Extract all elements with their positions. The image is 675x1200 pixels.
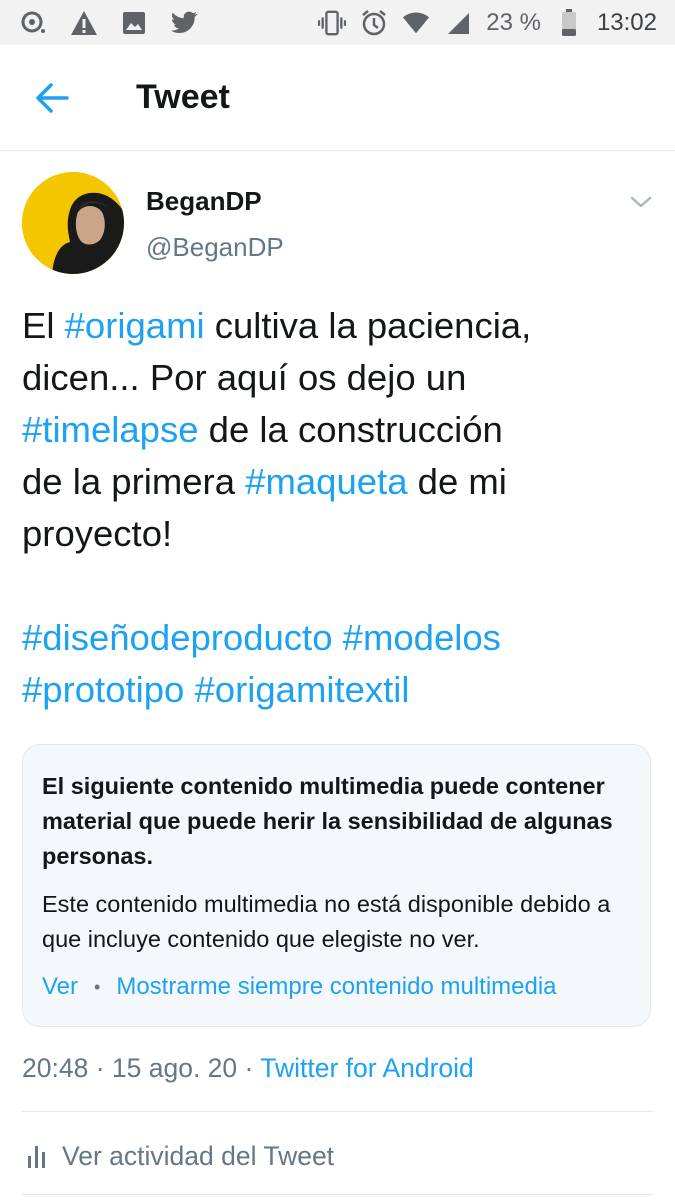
vibrate-icon bbox=[318, 9, 347, 37]
tweet-activity-label: Ver actividad del Tweet bbox=[62, 1140, 335, 1171]
tweet-text-segment bbox=[184, 669, 194, 710]
hashtag-link[interactable]: #origami bbox=[65, 305, 205, 346]
meta-separator: · bbox=[88, 1053, 112, 1083]
hashtag-link[interactable]: #origamitextil bbox=[195, 669, 410, 710]
sensitive-notice-body: Este contenido multimedia no está dispon… bbox=[42, 891, 611, 952]
tweet-text: El #origami cultiva la paciencia, dicen.… bbox=[22, 300, 622, 716]
author-handle[interactable]: @BeganDP bbox=[146, 232, 284, 263]
tweet-detail: BeganDP @BeganDP El #origami cultiva la … bbox=[22, 150, 653, 1195]
clock: 13:02 bbox=[596, 8, 657, 36]
hashtag-link[interactable]: #diseñodeproducto bbox=[22, 617, 333, 658]
warning-icon bbox=[70, 9, 98, 37]
tweet-text-segment: El bbox=[22, 305, 65, 346]
tweet-text-segment bbox=[333, 617, 343, 658]
app-bar: Tweet bbox=[0, 45, 675, 151]
view-media-link[interactable]: Ver bbox=[42, 973, 78, 1001]
notification-icon bbox=[20, 9, 48, 37]
tweet-date: 15 ago. 20 bbox=[111, 1053, 238, 1083]
tweet-time: 20:48 bbox=[22, 1053, 89, 1083]
sensitive-media-notice: El siguiente contenido multimedia puede … bbox=[22, 744, 651, 1027]
battery-percent: 23 % bbox=[486, 8, 541, 36]
tweet-author: BeganDP @BeganDP bbox=[22, 150, 653, 280]
sensitive-notice-actions: Ver • Mostrarme siempre contenido multim… bbox=[42, 973, 557, 1001]
sensitive-notice-title: El siguiente contenido multimedia puede … bbox=[42, 773, 613, 869]
hashtag-link[interactable]: #prototipo bbox=[22, 669, 184, 710]
analytics-icon bbox=[28, 1146, 45, 1168]
wifi-icon bbox=[402, 9, 430, 37]
arrow-left-icon bbox=[36, 82, 69, 113]
signal-icon bbox=[444, 9, 472, 37]
back-button[interactable] bbox=[22, 68, 82, 128]
battery-icon bbox=[555, 8, 583, 37]
separator-dot: • bbox=[94, 976, 101, 997]
divider bbox=[22, 1194, 653, 1195]
alarm-icon bbox=[360, 9, 388, 37]
status-bar: 23 % 13:02 bbox=[0, 0, 675, 45]
hashtag-link[interactable]: #timelapse bbox=[22, 409, 199, 450]
tweet-source-link[interactable]: Twitter for Android bbox=[260, 1053, 474, 1083]
image-icon bbox=[120, 9, 148, 37]
avatar[interactable] bbox=[22, 172, 124, 274]
chevron-down-icon bbox=[630, 196, 652, 208]
always-show-media-link[interactable]: Mostrarme siempre contenido multimedia bbox=[116, 973, 556, 1001]
page-title: Tweet bbox=[136, 78, 230, 116]
tweet-meta: 20:48 · 15 ago. 20 · Twitter for Android bbox=[22, 1053, 474, 1084]
tweet-activity-button[interactable]: Ver actividad del Tweet bbox=[22, 1136, 334, 1176]
tweet-menu-button[interactable] bbox=[629, 190, 653, 214]
twitter-icon bbox=[170, 9, 198, 37]
hashtag-link[interactable]: #maqueta bbox=[245, 461, 407, 502]
divider bbox=[22, 1111, 653, 1112]
meta-separator: · bbox=[237, 1053, 261, 1083]
hashtag-link[interactable]: #modelos bbox=[343, 617, 501, 658]
author-name[interactable]: BeganDP bbox=[146, 186, 262, 217]
